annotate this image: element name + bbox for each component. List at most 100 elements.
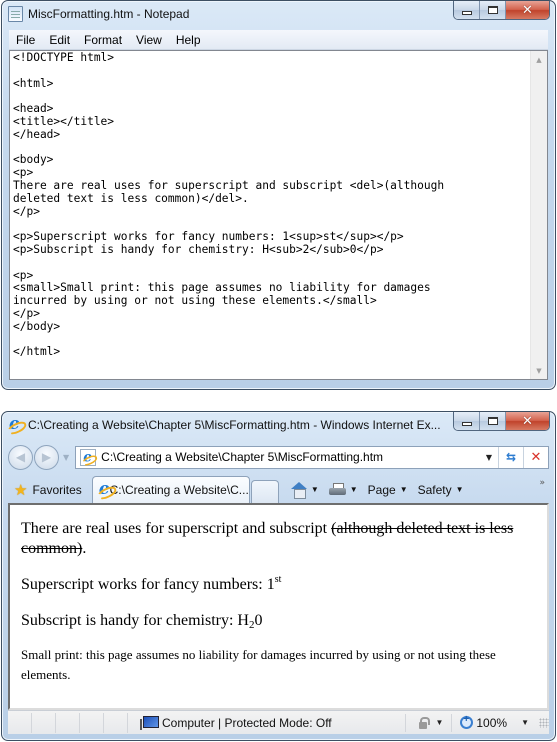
status-cell [104, 712, 128, 733]
close-icon: ✕ [522, 413, 533, 429]
zoom-dropdown[interactable]: ▼ [521, 718, 529, 727]
browser-caption-buttons: ✕ [453, 412, 550, 431]
maximize-icon [487, 6, 498, 14]
back-button[interactable]: ◀ [8, 444, 33, 470]
address-bar[interactable]: C:\Creating a Website\Chapter 5\MiscForm… [75, 445, 549, 469]
chevron-down-icon[interactable]: ▼ [435, 718, 443, 727]
page-icon [80, 448, 97, 466]
browser-title: C:\Creating a Website\Chapter 5\MiscForm… [28, 418, 441, 432]
menu-edit[interactable]: Edit [42, 33, 77, 47]
star-icon: ★ [14, 481, 28, 499]
browser-title-bar[interactable]: C:\Creating a Website\Chapter 5\MiscForm… [2, 412, 555, 438]
minimize-button[interactable] [454, 412, 480, 430]
maximize-button[interactable] [480, 412, 506, 430]
back-arrow-icon: ◀ [15, 450, 26, 464]
new-tab-button[interactable] [250, 480, 279, 503]
magnifier-icon[interactable] [460, 714, 474, 729]
refresh-icon: ⇆ [505, 450, 517, 464]
navigation-bar: ◀ ▶ ▼ C:\Creating a Website\Chapter 5\Mi… [8, 442, 549, 472]
vertical-scrollbar[interactable]: ▲ ▼ [530, 51, 547, 379]
chevron-down-icon: ▼ [399, 485, 408, 494]
favorites-button[interactable]: ★ Favorites [8, 476, 92, 503]
chevron-down-icon[interactable]: ▼ [350, 485, 358, 494]
chevron-down-icon[interactable]: ▼ [311, 485, 319, 494]
paragraph-text: Subscript is handy for chemistry: H [21, 612, 249, 629]
ie-logo-icon [8, 414, 23, 434]
small-print: Small print: this page assumes no liabil… [21, 647, 496, 682]
tab-label: C:\Creating a Website\C... [109, 483, 249, 497]
close-button[interactable]: ✕ [506, 1, 549, 19]
status-bar: Computer | Protected Mode: Off ▼ 100% ▼ [8, 710, 549, 734]
scroll-down-icon[interactable]: ▼ [531, 362, 547, 379]
paragraph-deleted: There are real uses for superscript and … [21, 519, 535, 559]
safety-menu-label: Safety [417, 482, 452, 497]
stop-button[interactable]: ✕ [523, 446, 548, 468]
security-zone[interactable]: Computer | Protected Mode: Off [140, 715, 397, 730]
paragraph-text: Superscript works for fancy numbers: 1 [21, 576, 275, 593]
notepad-icon [8, 6, 23, 22]
favorites-label: Favorites [32, 482, 82, 497]
browser-window: C:\Creating a Website\Chapter 5\MiscForm… [1, 411, 556, 741]
notepad-title: MiscFormatting.htm - Notepad [28, 7, 190, 21]
scroll-up-icon[interactable]: ▲ [531, 51, 547, 68]
paragraph-subscript: Subscript is handy for chemistry: H20 [21, 611, 535, 631]
tab-current-page[interactable]: C:\Creating a Website\C... [91, 476, 250, 503]
close-button[interactable]: ✕ [506, 412, 549, 430]
divider [451, 713, 453, 732]
notepad-window: MiscFormatting.htm - Notepad ✕ File Edit… [1, 0, 556, 390]
notepad-menu-bar: File Edit Format View Help [9, 30, 548, 50]
forward-button[interactable]: ▶ [34, 444, 59, 470]
page-content: There are real uses for superscript and … [8, 503, 549, 710]
resize-grip[interactable] [539, 717, 549, 728]
page-menu[interactable]: Page ▼ [368, 483, 408, 497]
print-button[interactable]: ▼ [328, 482, 358, 497]
ie-logo-icon [83, 449, 95, 465]
printer-icon [328, 482, 346, 497]
lock-icon[interactable] [414, 716, 431, 730]
address-input[interactable]: C:\Creating a Website\Chapter 5\MiscForm… [101, 450, 480, 464]
command-buttons: ▼ ▼ Page ▼ Safety ▼ [290, 476, 474, 503]
page-menu-label: Page [367, 482, 396, 497]
menu-view[interactable]: View [129, 33, 169, 47]
chevron-down-icon: ▼ [455, 485, 464, 494]
minimize-icon [461, 421, 472, 426]
minimize-icon [461, 10, 472, 15]
status-cell [56, 712, 80, 733]
rendered-page: There are real uses for superscript and … [21, 519, 535, 701]
notepad-editor[interactable]: <!DOCTYPE html> <html> <head> <title></t… [9, 50, 548, 380]
status-cell [32, 712, 56, 733]
paragraph-superscript: Superscript works for fancy numbers: 1st [21, 575, 535, 595]
safety-menu[interactable]: Safety ▼ [418, 483, 464, 497]
paragraph-end: 0 [254, 612, 263, 629]
status-cell [80, 712, 104, 733]
menu-format[interactable]: Format [77, 33, 129, 47]
status-right: ▼ 100% ▼ [397, 713, 549, 733]
zone-text: Computer | Protected Mode: Off [162, 715, 332, 730]
ie-logo-icon [98, 479, 110, 499]
home-button[interactable]: ▼ [290, 481, 319, 499]
command-bar: ★ Favorites C:\Creating a Website\C... ▼… [8, 476, 549, 503]
zoom-level[interactable]: 100% [476, 716, 507, 730]
notepad-title-bar[interactable]: MiscFormatting.htm - Notepad ✕ [2, 1, 555, 27]
superscript-text: st [274, 574, 282, 585]
paragraph-end: . [82, 540, 87, 557]
maximize-icon [487, 417, 498, 425]
refresh-button[interactable]: ⇆ [498, 446, 523, 468]
divider [405, 713, 407, 732]
computer-icon [140, 715, 159, 730]
editor-text[interactable]: <!DOCTYPE html> <html> <head> <title></t… [13, 51, 527, 359]
paragraph-text: There are real uses for superscript and … [21, 520, 332, 537]
address-dropdown[interactable]: ▼ [480, 453, 498, 462]
status-cell [8, 712, 32, 733]
stop-icon: ✕ [530, 449, 542, 465]
forward-arrow-icon: ▶ [41, 450, 52, 464]
close-icon: ✕ [522, 2, 533, 18]
notepad-caption-buttons: ✕ [453, 1, 550, 20]
maximize-button[interactable] [480, 1, 506, 19]
menu-help[interactable]: Help [169, 33, 208, 47]
recent-pages-dropdown[interactable]: ▼ [63, 453, 69, 462]
home-icon [290, 481, 307, 499]
menu-file[interactable]: File [9, 33, 42, 47]
more-commands-icon[interactable]: » [539, 478, 545, 488]
minimize-button[interactable] [454, 1, 480, 19]
